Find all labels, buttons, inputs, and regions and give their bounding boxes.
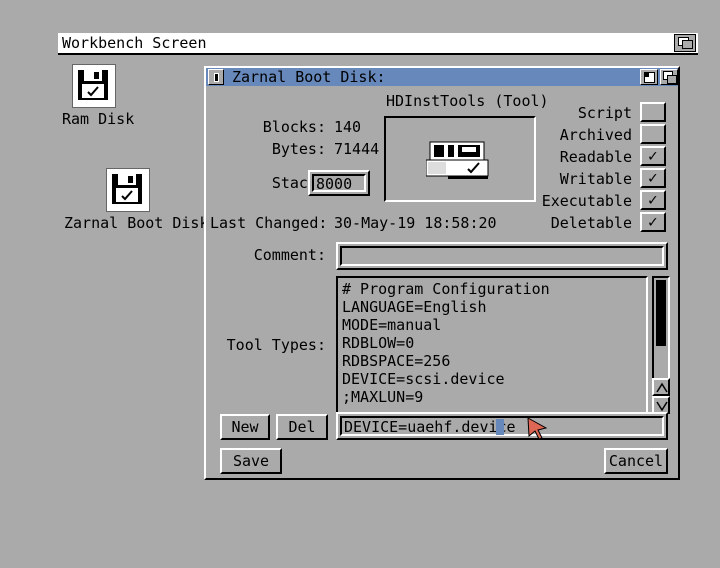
floppy-icon xyxy=(112,174,142,204)
flag-writable-checkbox[interactable]: ✓ xyxy=(640,168,666,188)
check-icon: ✓ xyxy=(648,146,658,165)
flag-label-executable: Executable xyxy=(541,192,632,210)
list-item[interactable]: LANGUAGE=English xyxy=(342,298,487,316)
flag-executable-checkbox[interactable]: ✓ xyxy=(640,190,666,210)
flag-archived-checkbox[interactable] xyxy=(640,124,666,144)
flag-deletable-checkbox[interactable]: ✓ xyxy=(640,212,666,232)
flag-label-archived: Archived xyxy=(559,126,632,144)
tool-icon xyxy=(426,141,489,179)
list-item[interactable]: ;MAXLUN=9 xyxy=(342,388,423,406)
flag-readable-checkbox[interactable]: ✓ xyxy=(640,146,666,166)
zarnal-boot-disk-label: Zarnal Boot Disk xyxy=(64,214,209,232)
arrow-down-icon xyxy=(656,401,668,412)
depth-gadget[interactable] xyxy=(660,69,678,85)
bytes-value: 71444 xyxy=(334,140,380,158)
close-gadget[interactable] xyxy=(208,69,224,85)
scroll-knob[interactable] xyxy=(656,280,666,346)
del-button[interactable]: Del xyxy=(276,414,328,440)
flag-label-readable: Readable xyxy=(559,148,632,166)
blocks-value: 140 xyxy=(334,118,362,136)
blocks-label: Blocks: xyxy=(262,118,326,136)
ram-disk-label: Ram Disk xyxy=(62,110,135,128)
info-window: Zarnal Boot Disk: HDInstTools (Tool) Blo… xyxy=(204,66,680,480)
tooltypes-list[interactable]: # Program Configuration LANGUAGE=English… xyxy=(336,276,648,414)
zoom-gadget[interactable] xyxy=(640,69,658,85)
floppy-icon xyxy=(78,70,108,100)
list-item[interactable]: DEVICE=scsi.device xyxy=(342,370,505,388)
list-item[interactable]: RDBLOW=0 xyxy=(342,334,414,352)
screen-depth-gadget[interactable] xyxy=(674,34,696,52)
flag-label-script: Script xyxy=(577,104,632,122)
cancel-button[interactable]: Cancel xyxy=(604,448,668,474)
icon-title: HDInstTools (Tool) xyxy=(386,92,549,110)
check-icon: ✓ xyxy=(648,190,658,209)
tooltype-edit-field[interactable]: DEVICE=uaehf.device xyxy=(336,412,668,440)
screen-title-bar[interactable]: Workbench Screen xyxy=(58,33,698,55)
comment-label: Comment: xyxy=(253,246,326,264)
last-changed-value: 30-May-19 18:58:20 xyxy=(334,214,497,232)
bytes-label: Bytes: xyxy=(271,140,326,158)
arrow-up-icon xyxy=(656,382,668,393)
new-button[interactable]: New xyxy=(220,414,270,440)
list-item[interactable]: # Program Configuration xyxy=(342,280,550,298)
comment-field[interactable] xyxy=(336,242,668,270)
flag-label-deletable: Deletable xyxy=(550,214,632,232)
stack-field[interactable]: 8000 xyxy=(308,170,370,196)
flag-label-writable: Writable xyxy=(559,170,632,188)
last-changed-label: Last Changed: xyxy=(210,214,328,232)
flag-script-checkbox[interactable] xyxy=(640,102,666,122)
check-icon: ✓ xyxy=(648,168,658,187)
window-title: Zarnal Boot Disk: xyxy=(232,68,386,86)
list-item[interactable]: RDBSPACE=256 xyxy=(342,352,450,370)
tooltype-edit-value: DEVICE=uaehf.device xyxy=(344,418,516,436)
check-icon: ✓ xyxy=(648,212,658,231)
list-item[interactable]: MODE=manual xyxy=(342,316,441,334)
icon-image-box xyxy=(384,116,536,202)
scroll-up-button[interactable] xyxy=(652,378,670,396)
screen-title: Workbench Screen xyxy=(62,34,207,52)
save-button[interactable]: Save xyxy=(220,448,282,474)
tooltypes-label: Tool Types: xyxy=(226,336,326,354)
text-cursor xyxy=(496,419,504,435)
stack-value: 8000 xyxy=(316,175,353,193)
mouse-pointer-icon xyxy=(527,417,548,440)
window-title-bar[interactable]: Zarnal Boot Disk: xyxy=(206,68,678,86)
